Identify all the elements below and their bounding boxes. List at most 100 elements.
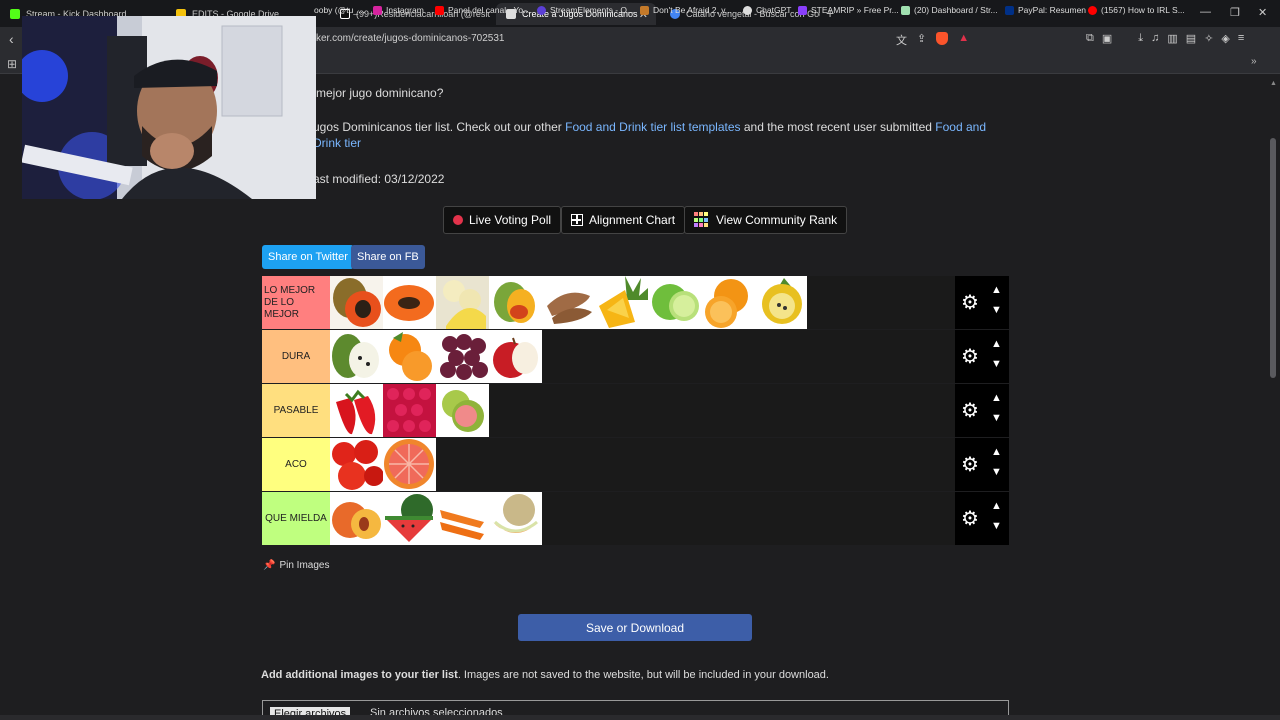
bookmark-item[interactable]: (20) Dashboard / Str... [901,5,998,15]
bookmark-item[interactable]: (1567) How to IRL S... [1088,5,1185,15]
move-down-icon[interactable]: ▼ [991,304,1002,316]
vpn-icon[interactable]: ◈ [1221,32,1229,45]
tier-controls: ⚙ ▲ ▼ [955,276,1009,329]
bookmark-item[interactable]: ChatGPT [743,5,791,15]
move-down-icon[interactable]: ▼ [991,466,1002,478]
sidebar-icon[interactable]: ▥ [1167,32,1177,45]
templates-link[interactable]: Food and Drink tier list templates [565,120,740,134]
bookmark-item[interactable]: PayPal: Resumen [1005,5,1086,15]
translate-icon[interactable]: 文 [896,32,907,48]
music-icon[interactable]: ♫ [1151,32,1159,45]
tier-items[interactable] [330,330,955,383]
share-fb-button[interactable]: Share on FB [351,245,425,269]
tier-items[interactable] [330,384,955,437]
bookmarks-overflow-icon[interactable]: » [1251,56,1257,67]
bookmark-label: STEAMRIP » Free Pr... [811,5,899,15]
tier-items[interactable] [330,492,955,545]
wallet-icon[interactable]: ▤ [1186,32,1196,45]
grid-icon [571,214,583,226]
move-up-icon[interactable]: ▲ [991,392,1002,404]
mango-item[interactable] [489,276,542,329]
last-modified: ast modified: 03/12/2022 [313,172,445,186]
tier-label[interactable]: DURA [262,330,330,383]
tier-controls: ⚙ ▲ ▼ [955,384,1009,437]
bookmark-label: Don't Be Afraid 2, v... [653,5,732,15]
bookmark-item[interactable]: StreamElements - O... [537,5,634,15]
share-icon[interactable]: ⇪ [917,32,926,48]
bottom-strip [0,715,1280,720]
settings-gear-icon[interactable]: ⚙ [961,401,979,421]
move-up-icon[interactable]: ▲ [991,338,1002,350]
tier-label[interactable]: PASABLE [262,384,330,437]
bookmark-item[interactable]: Instagram [373,5,424,15]
settings-gear-icon[interactable]: ⚙ [961,347,979,367]
tamarind-item[interactable] [542,276,595,329]
strawberry-item[interactable] [330,384,383,437]
pin-images-toggle[interactable]: 📌 Pin Images [263,560,329,571]
download-icon[interactable]: ⤓ [1138,32,1143,45]
grapefruit-item[interactable] [383,438,436,491]
tier-label[interactable]: QUE MIELDA [262,492,330,545]
bookmark-item[interactable]: Don't Be Afraid 2, v... [640,5,732,15]
bookmark-item[interactable]: ooby (@tu_... [314,5,365,15]
screenshot-icon[interactable]: ▣ [1102,32,1112,45]
tomato-item[interactable] [330,438,383,491]
tangerine-item[interactable] [383,330,436,383]
tier-label[interactable]: LO MEJOR DE LO MEJOR [262,276,330,329]
tier-label[interactable]: ACO [262,438,330,491]
passion-fruit-item[interactable] [754,276,807,329]
scrollbar-thumb[interactable] [1270,138,1276,378]
minimize-icon[interactable]: — [1200,6,1211,18]
brave-shield-icon[interactable] [936,32,949,45]
save-download-button[interactable]: Save or Download [518,614,752,641]
community-rank-button[interactable]: View Community Rank [684,206,848,234]
carrot-item[interactable] [436,492,489,545]
url-field[interactable]: ker.com/create/jugos-dominicanos-702531 [316,33,504,44]
move-up-icon[interactable]: ▲ [991,446,1002,458]
brave-rewards-icon[interactable]: ▲ [958,32,969,48]
cantaloupe-item[interactable] [489,492,542,545]
pineapple-item[interactable] [595,276,648,329]
back-icon[interactable]: ‹ [9,31,14,47]
move-down-icon[interactable]: ▼ [991,358,1002,370]
settings-gear-icon[interactable]: ⚙ [961,455,979,475]
lime-item[interactable] [648,276,701,329]
share-twitter-button[interactable]: Share on Twitter [262,245,354,269]
grapes-item[interactable] [436,330,489,383]
move-up-icon[interactable]: ▲ [991,500,1002,512]
alignment-chart-button[interactable]: Alignment Chart [561,206,686,234]
papaya-halves-item[interactable] [383,276,436,329]
live-voting-poll-button[interactable]: Live Voting Poll [443,206,562,234]
guava-item[interactable] [436,384,489,437]
watermelon-item[interactable] [383,492,436,545]
settings-gear-icon[interactable]: ⚙ [961,509,979,529]
tier-items[interactable] [330,276,955,329]
bookmark-item[interactable]: STEAMRIP » Free Pr... [798,5,899,15]
close-window-icon[interactable]: ✕ [1258,6,1267,19]
move-down-icon[interactable]: ▼ [991,520,1002,532]
apps-icon[interactable]: ⊞ [7,57,17,71]
bookmark-label: (1567) How to IRL S... [1101,5,1185,15]
orange-item[interactable] [701,276,754,329]
raspberry-item[interactable] [383,384,436,437]
move-down-icon[interactable]: ▼ [991,412,1002,424]
soursop-item[interactable] [330,330,383,383]
tier-items[interactable] [330,438,955,491]
kick-icon [10,9,20,19]
banana-item[interactable] [436,276,489,329]
youtube-icon [1088,5,1097,15]
extensions-icon[interactable]: ⧉ [1086,32,1094,45]
apple-item[interactable] [489,330,542,383]
move-up-icon[interactable]: ▲ [991,284,1002,296]
bookmark-item[interactable]: Panel del canal - Yo... [435,5,530,15]
page-question: mejor jugo dominicano? [316,86,444,100]
papaya-item[interactable] [330,276,383,329]
maximize-icon[interactable]: ❐ [1230,6,1240,19]
menu-icon[interactable]: ≡ [1238,32,1244,45]
scroll-up-icon[interactable]: ▲ [1270,80,1277,87]
leo-icon[interactable]: ✧ [1204,32,1213,45]
peach-item[interactable] [330,492,383,545]
bookmark-label: ChatGPT [756,5,792,15]
settings-gear-icon[interactable]: ⚙ [961,293,979,313]
